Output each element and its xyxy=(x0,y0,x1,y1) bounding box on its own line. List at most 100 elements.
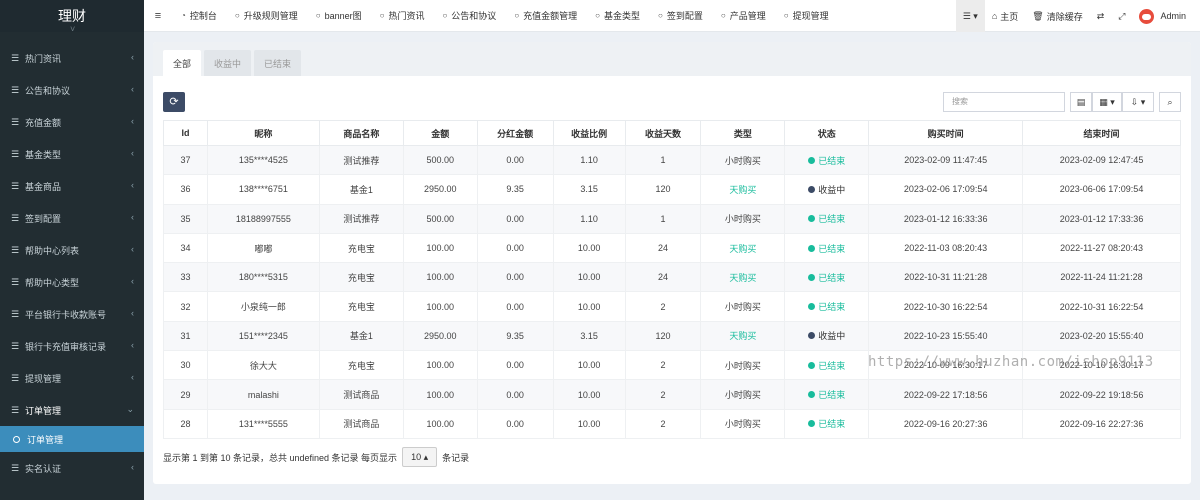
top-nav-item[interactable]: ○ 升级规则管理 xyxy=(226,9,307,22)
sidebar-subitem-label: 订单管理 xyxy=(27,434,64,445)
sidebar-item-label: 基金类型 xyxy=(25,149,62,160)
top-nav-item[interactable]: ◔ 控制台 xyxy=(172,9,226,22)
table-cell: 18188997555 xyxy=(206,203,320,234)
top-nav-item[interactable]: ○ 公告和协议 xyxy=(433,9,505,22)
tab[interactable]: 全部 xyxy=(163,50,202,76)
column-header[interactable]: 结束时间 xyxy=(1022,120,1181,146)
top-nav-label: 升级规则管理 xyxy=(243,11,298,21)
sidebar-item[interactable]: ☰ 平台银行卡收款账号 ‹ xyxy=(0,298,144,330)
table-row[interactable]: 34 嘟嘟 充电宝 100.00 0.00 10.00 24 天购买 已结束 2022-11-03… xyxy=(163,232,1181,264)
sidebar-item[interactable]: ☰ 热门资讯 ‹ xyxy=(0,42,144,74)
table-row[interactable]: 30 徐大大 充电宝 100.00 0.00 10.00 2 小时购买 已结束 2022-10-0… xyxy=(163,350,1181,381)
app-logo[interactable]: 理财 ˅ xyxy=(0,0,144,34)
column-header[interactable]: 状态 xyxy=(784,120,870,146)
table-header-row: Id 昵称 商品名称 金额 分红金额 收益比例 收益天数 类型 状态 购买时间 结束时间 xyxy=(163,120,1181,146)
type-label: 天购买 xyxy=(729,184,757,195)
search-input[interactable]: 搜索 xyxy=(943,92,1065,112)
table-cell: 2022-09-22 17:18:56 xyxy=(868,379,1024,410)
sidebar-item-label: 帮助中心类型 xyxy=(25,277,80,288)
status-badge: 已结束 xyxy=(808,359,845,372)
export-button[interactable]: ⇩ ▾ xyxy=(1122,92,1154,112)
sidebar-item-label: 签到配置 xyxy=(25,213,62,224)
column-header[interactable]: 收益天数 xyxy=(624,120,702,146)
sidebar-item[interactable]: ☰ 签到配置 ‹ xyxy=(0,202,144,234)
table-cell: 10.00 xyxy=(552,350,626,381)
advanced-search-button[interactable]: ⌕ xyxy=(1159,92,1181,112)
sidebar-subitem-orders[interactable]: 订单管理 xyxy=(0,426,144,452)
table-cell: 已结束 xyxy=(784,350,870,381)
table-cell: 500.00 xyxy=(402,203,478,234)
table-cell: 测试商品 xyxy=(318,408,404,439)
tab[interactable]: 已结束 xyxy=(254,50,302,76)
table-cell: 天购买 xyxy=(700,320,786,352)
export-icon: ⇩ ▾ xyxy=(1130,97,1146,107)
top-nav-item[interactable]: ○ 基金类型 xyxy=(586,9,649,22)
tab[interactable]: 收益中 xyxy=(204,50,252,76)
table-toolbar: ⟳ 搜索 ▤ ▦ ▾ ⇩ ▾ ⌕ xyxy=(163,92,1181,112)
top-nav-item[interactable]: ○ 充值金额管理 xyxy=(505,9,586,22)
top-nav-item[interactable]: ○ 提现管理 xyxy=(775,9,838,22)
refresh-button[interactable]: ⟳ xyxy=(163,92,185,112)
top-navbar: ≡ ◔ 控制台 ○ 升级规则管理 ○ banner图 ○ 热门资讯 ○ 公告和协议 ○ 充值金额管理 ○… xyxy=(144,0,1200,32)
table-row[interactable]: 28 131****5555 测试商品 100.00 0.00 10.00 2 小时购买 已结束… xyxy=(163,408,1181,439)
table-row[interactable]: 35 18188997555 测试推荐 500.00 0.00 1.10 1 小时购买 已结束 2… xyxy=(163,203,1181,234)
translate-icon[interactable]: ⇄ xyxy=(1090,0,1112,32)
top-nav-item[interactable]: ○ 产品管理 xyxy=(712,9,775,22)
sidebar-item[interactable]: ☰ 提现管理 ‹ xyxy=(0,362,144,394)
clear-cache-button[interactable]: 🗑 清除缓存 xyxy=(1025,0,1089,32)
top-nav-item[interactable]: ○ 热门资讯 xyxy=(371,9,434,22)
sidebar-item[interactable]: ☰ 公告和协议 ‹ xyxy=(0,74,144,106)
table-cell: 2022-09-22 19:18:56 xyxy=(1022,379,1181,410)
sidebar-item[interactable]: ☰ 帮助中心类型 ‹ xyxy=(0,266,144,298)
columns-button[interactable]: ▦ ▾ xyxy=(1092,92,1122,112)
sidebar-item[interactable]: ☰ 订单管理 ⌄ xyxy=(0,394,144,426)
table-row[interactable]: 36 138****6751 基金1 2950.00 9.35 3.15 120 天购买 收益中… xyxy=(163,174,1181,205)
table-cell: 徐大大 xyxy=(206,350,320,381)
column-header[interactable]: 昵称 xyxy=(206,120,320,146)
top-nav-tabs: ◔ 控制台 ○ 升级规则管理 ○ banner图 ○ 热门资讯 ○ 公告和协议 ○ 充值金额管理 ○ 基金… xyxy=(172,9,838,22)
home-link[interactable]: ⌂ 主页 xyxy=(985,0,1025,32)
table-cell: 500.00 xyxy=(402,144,478,176)
table-cell: 小时购买 xyxy=(700,379,786,410)
table-cell: 充电宝 xyxy=(318,262,404,293)
column-header[interactable]: 分红金额 xyxy=(476,120,554,146)
column-header[interactable]: 商品名称 xyxy=(318,120,404,146)
table-row[interactable]: 31 151****2345 基金1 2950.00 9.35 3.15 120 天购买 收益中… xyxy=(163,320,1181,352)
status-badge: 已结束 xyxy=(808,154,845,167)
menu-toggle-icon[interactable]: ≡ xyxy=(144,10,172,22)
top-nav-item[interactable]: ○ banner图 xyxy=(307,9,371,22)
top-nav-item[interactable]: ○ 签到配置 xyxy=(649,9,712,22)
column-header[interactable]: 购买时间 xyxy=(868,120,1024,146)
fullscreen-icon[interactable]: ⤢ xyxy=(1111,0,1132,32)
circle-icon: ○ xyxy=(234,11,240,20)
toggle-view-button[interactable]: ▤ xyxy=(1070,92,1092,112)
sidebar-item[interactable]: ☰ 基金类型 ‹ xyxy=(0,138,144,170)
sidebar-item[interactable]: ☰ 充值金额 ‹ xyxy=(0,106,144,138)
table-row[interactable]: 37 135****4525 测试推荐 500.00 0.00 1.10 1 小时购买 已结束 2… xyxy=(163,144,1181,176)
table-cell: 已结束 xyxy=(784,379,870,410)
table-row[interactable]: 33 180****5315 充电宝 100.00 0.00 10.00 24 天购买 已结束 2… xyxy=(163,262,1181,293)
status-label: 已结束 xyxy=(818,419,846,430)
column-header[interactable]: 收益比例 xyxy=(552,120,626,146)
sidebar-item[interactable]: ☰ 基金商品 ‹ xyxy=(0,170,144,202)
table-cell: 10.00 xyxy=(552,232,626,264)
nav-list-dropdown[interactable]: ☰ ▾ xyxy=(955,0,985,32)
column-header[interactable]: 类型 xyxy=(700,120,786,146)
table-cell: 已结束 xyxy=(784,203,870,234)
column-header[interactable]: Id xyxy=(163,120,208,146)
table-row[interactable]: 29 malashi 测试商品 100.00 0.00 10.00 2 小时购买 已结束 2022… xyxy=(163,379,1181,410)
circle-icon: ○ xyxy=(379,11,385,20)
table-cell: 2950.00 xyxy=(402,174,478,205)
table-row[interactable]: 32 小泉纯一郎 充电宝 100.00 0.00 10.00 2 小时购买 已结束 2022-10… xyxy=(163,291,1181,322)
chevron-left-icon: ‹ xyxy=(131,244,134,254)
table-cell: 2022-11-24 11:21:28 xyxy=(1022,262,1181,293)
column-header[interactable]: 金额 xyxy=(402,120,478,146)
user-menu[interactable]: Admin xyxy=(1132,0,1200,32)
table-cell: 10.00 xyxy=(552,408,626,439)
circle-icon: ○ xyxy=(595,11,601,20)
sidebar-item[interactable]: ☰ 银行卡充值审核记录 ‹ xyxy=(0,330,144,362)
sidebar-item[interactable]: ☰ 帮助中心列表 ‹ xyxy=(0,234,144,266)
page-size-dropdown[interactable]: 10 ▴ xyxy=(402,447,438,467)
table-cell: 0.00 xyxy=(476,203,554,234)
sidebar-item[interactable]: ☰ 实名认证 ‹ xyxy=(0,452,144,484)
